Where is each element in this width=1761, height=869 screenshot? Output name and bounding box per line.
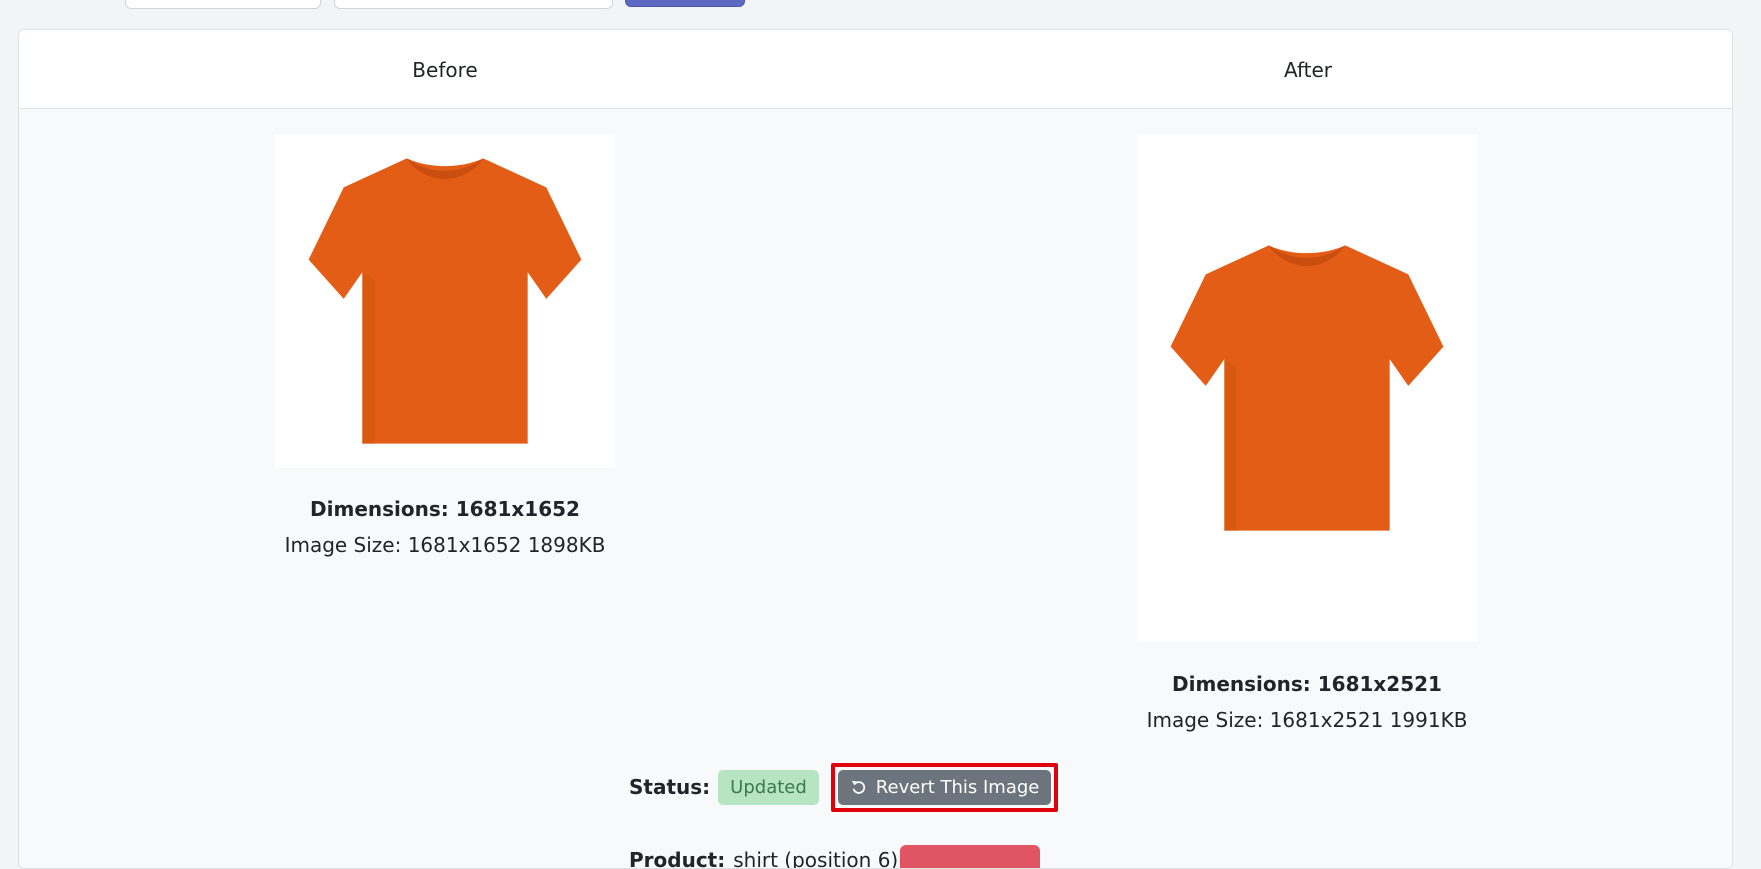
product-value: shirt (position 6) [733, 848, 899, 869]
status-badge: Updated [718, 769, 819, 805]
before-dimensions: Dimensions: 1681x1652 [310, 497, 580, 521]
revert-highlight: Revert This Image [830, 762, 1059, 812]
product-label: Product: [629, 848, 726, 869]
tshirt-icon [308, 158, 582, 444]
before-image [275, 134, 615, 468]
after-dimensions: Dimensions: 1681x2521 [1172, 672, 1442, 696]
tshirt-icon [1170, 245, 1444, 531]
after-image [1137, 134, 1477, 642]
after-heading: After [1283, 58, 1333, 82]
comparison-header: Before After [19, 30, 1732, 109]
product-row: Product: shirt (position 6) [629, 848, 899, 869]
after-image-size: Image Size: 1681x2521 1991KB [1146, 708, 1468, 732]
undo-icon [851, 780, 865, 794]
comparison-card: Before After Dimensions: 1681x1652 Image… [18, 29, 1733, 869]
revert-button-label: Revert This Image [875, 776, 1040, 798]
before-heading: Before [412, 58, 478, 82]
top-toolbar [0, 0, 1761, 30]
search-input[interactable] [334, 0, 613, 9]
revert-image-button[interactable]: Revert This Image [837, 769, 1052, 805]
status-row: Status: Updated Revert This Image [629, 762, 1059, 812]
before-image-size: Image Size: 1681x1652 1898KB [284, 533, 606, 557]
filter-input[interactable] [125, 0, 321, 9]
submit-button[interactable] [625, 0, 745, 7]
status-label: Status: [629, 775, 711, 799]
